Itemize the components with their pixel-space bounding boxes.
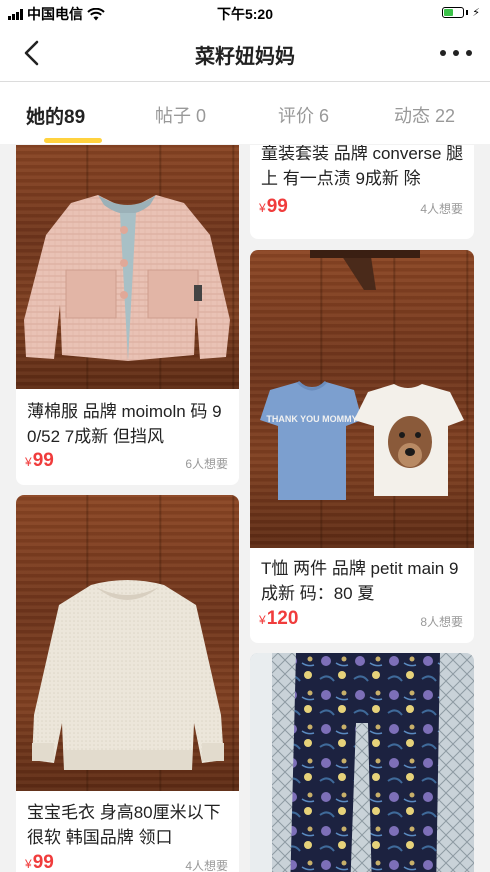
item-photo-two-tshirts[interactable]: THANK YOU MOMMY (250, 250, 474, 548)
shirt-print-text: THANK YOU MOMMY (266, 414, 357, 424)
battery-charging-icon: ⚡ (442, 6, 480, 19)
profile-tabs: 她的89 帖子 0 评价 6 动态 22 (0, 82, 490, 144)
item-photo-cream-sweater[interactable] (16, 495, 239, 791)
item-description: 童装套装 品牌 converse 腿上 有一点渍 9成新 除 (261, 145, 464, 188)
item-description: 薄棉服 品牌 moimoln 码 90/52 7成新 但挡风 (27, 402, 222, 446)
item-wants-count: 6人想要 (185, 457, 228, 471)
item-card[interactable]: 童装套装 品牌 converse 腿上 有一点渍 9成新 除 ¥99 4人想要 (250, 145, 474, 239)
item-wants-count: 4人想要 (420, 202, 463, 216)
tab-items[interactable]: 她的89 (26, 102, 85, 129)
charging-bolt-icon: ⚡ (472, 7, 480, 19)
active-tab-indicator (44, 138, 102, 143)
item-price: ¥99 (25, 852, 54, 872)
item-price: ¥99 (259, 196, 288, 217)
floral-pants-image (250, 653, 474, 872)
nav-bar: 菜籽妞妈妈 (0, 26, 490, 82)
item-description: 宝宝毛衣 身高80厘米以下 很软 韩国品牌 领口 (27, 803, 221, 847)
item-price: ¥120 (259, 608, 299, 629)
item-price: ¥99 (25, 450, 54, 471)
two-tshirts-image: THANK YOU MOMMY (260, 250, 464, 500)
tab-posts[interactable]: 帖子 0 (155, 102, 206, 128)
pink-knit-jacket-image (24, 195, 230, 361)
item-description: T恤 两件 品牌 petit main 9成新 码：80 夏 (261, 559, 459, 603)
item-feed[interactable]: 薄棉服 品牌 moimoln 码 90/52 7成新 但挡风 ¥99 6人想要 … (0, 145, 490, 872)
status-time: 下午5:20 (216, 6, 274, 22)
item-wants-count: 8人想要 (420, 615, 463, 629)
page-title: 菜籽妞妈妈 (195, 46, 295, 68)
item-card[interactable] (250, 653, 474, 872)
item-wants-count: 4人想要 (185, 859, 228, 872)
item-card[interactable]: 薄棉服 品牌 moimoln 码 90/52 7成新 但挡风 ¥99 6人想要 (16, 145, 239, 485)
tab-activity[interactable]: 动态 22 (394, 102, 455, 128)
item-photo-pink-jacket[interactable] (16, 145, 239, 389)
item-card[interactable]: 宝宝毛衣 身高80厘米以下 很软 韩国品牌 领口 ¥99 4人想要 (16, 495, 239, 872)
item-card[interactable]: THANK YOU MOMMY T恤 两件 品牌 petit main 9成新 … (250, 250, 474, 643)
cream-sweater-image (32, 580, 224, 770)
status-bar: 中国电信 下午5:20 ⚡ (0, 0, 490, 26)
more-dots-icon[interactable] (440, 38, 472, 68)
item-photo-floral-pants[interactable] (250, 653, 474, 872)
tab-reviews[interactable]: 评价 6 (278, 102, 329, 128)
